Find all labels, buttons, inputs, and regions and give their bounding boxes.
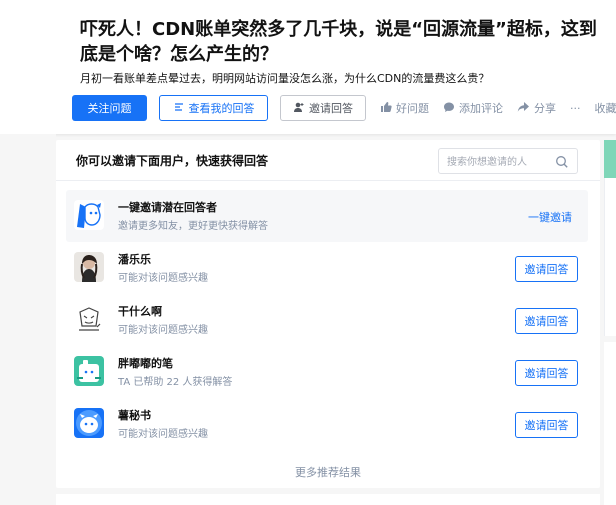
invite-answer-label: 邀请回答 [309,102,353,115]
add-comment-button[interactable]: 添加评论 [443,100,503,116]
user-plus-icon [293,101,305,116]
right-sidebar-banner[interactable] [604,140,616,178]
invite-panel-title: 你可以邀请下面用户，快速获得回答 [76,154,269,168]
comment-icon [443,101,455,116]
user-name: 一键邀请潜在回答者 [118,201,217,214]
avatar [74,200,104,230]
share-label: 分享 [534,102,556,115]
invite-panel-header: 你可以邀请下面用户，快速获得回答 [56,140,600,181]
right-sidebar-card-2 [604,342,616,505]
more-label: ··· [570,101,581,115]
left-gutter [0,134,56,505]
invite-user-button[interactable]: 邀请回答 [515,308,578,334]
user-desc: 可能对该问题感兴趣 [118,429,208,440]
invite-search-box[interactable] [438,148,578,174]
invite-panel: 你可以邀请下面用户，快速获得回答 一键邀请潜在回答者 邀请更多知友，更好更快获得… [56,140,600,488]
view-my-answer-label: 查看我的回答 [188,102,255,115]
user-desc: 可能对该问题感兴趣 [118,325,208,336]
user-name[interactable]: 干什么啊 [118,303,162,319]
invite-user-button[interactable]: 邀请回答 [515,256,578,282]
share-button[interactable]: 分享 [517,100,556,116]
one-click-invite-button[interactable]: 一键邀请 [528,209,572,225]
add-comment-label: 添加评论 [459,102,503,115]
list-item: 胖嘟嘟的笔 TA 已帮助 22 人获得解答 邀请回答 [66,346,588,398]
view-my-answer-button[interactable]: 查看我的回答 [159,95,268,121]
more-recommendations-link[interactable]: 更多推荐结果 [56,464,600,480]
avatar[interactable] [74,408,104,438]
answers-card [56,494,600,505]
invite-answer-button[interactable]: 邀请回答 [280,95,366,121]
avatar[interactable] [74,252,104,282]
user-desc: 邀请更多知友，更好更快获得解答 [118,221,268,232]
collect-label: 收藏 [594,102,616,115]
list-item: 干什么啊 可能对该问题感兴趣 邀请回答 [66,294,588,346]
good-question-label: 好问题 [396,102,429,115]
question-excerpt[interactable]: 月初一看账单差点晕过去，明明网站访问量没怎么涨，为什么CDN的流量费这么贵？ [80,71,610,87]
avatar[interactable] [74,356,104,386]
question-actions: 好问题 添加评论 分享 ··· 收藏 [380,95,616,121]
good-question-button[interactable]: 好问题 [380,100,429,116]
list-item: 一键邀请潜在回答者 邀请更多知友，更好更快获得解答 一键邀请 [66,190,588,242]
list-item: 潘乐乐 可能对该问题感兴趣 邀请回答 [66,242,588,294]
share-arrow-icon [517,101,530,116]
follow-question-button[interactable]: 关注问题 [72,95,147,121]
user-name[interactable]: 胖嘟嘟的笔 [118,355,173,371]
collect-button[interactable]: 收藏 [595,100,616,116]
follow-question-label: 关注问题 [87,102,132,115]
invite-user-button[interactable]: 邀请回答 [515,412,578,438]
invite-search-input[interactable] [445,152,559,172]
thumbs-up-icon [380,101,392,116]
user-name[interactable]: 薯秘书 [118,407,151,423]
more-button[interactable]: ··· [570,102,581,115]
user-desc: 可能对该问题感兴趣 [118,273,208,284]
list-item: 薯秘书 可能对该问题感兴趣 邀请回答 [66,398,588,450]
edit-icon [173,101,185,116]
search-icon[interactable] [555,154,569,168]
question-header: 吓死人！CDN账单突然多了几千块，说是“回源流量”超标，这到底是个啥？怎么产生的… [0,0,616,134]
user-desc: TA 已帮助 22 人获得解答 [118,377,233,388]
user-name[interactable]: 潘乐乐 [118,251,151,267]
avatar[interactable] [74,304,104,334]
question-title: 吓死人！CDN账单突然多了几千块，说是“回源流量”超标，这到底是个啥？怎么产生的… [80,19,597,65]
invite-user-button[interactable]: 邀请回答 [515,360,578,386]
